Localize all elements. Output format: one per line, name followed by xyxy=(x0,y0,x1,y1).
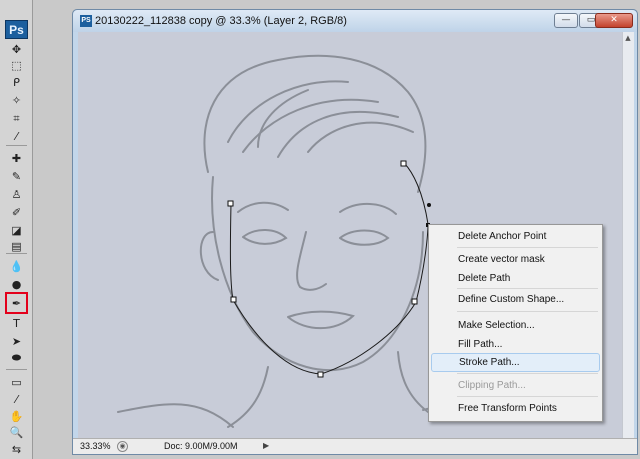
type-tool-icon[interactable]: T xyxy=(8,315,25,331)
menu-item-delete-path[interactable]: Delete Path xyxy=(431,269,600,288)
path-selection-icon[interactable]: ➤ xyxy=(8,333,25,349)
notes-tool-icon[interactable]: ▭ xyxy=(8,374,25,390)
menu-separator xyxy=(457,373,598,374)
mouth xyxy=(287,310,355,330)
menu-separator xyxy=(457,288,598,289)
hair-strand xyxy=(307,121,414,153)
blur-tool-icon[interactable]: 💧 xyxy=(8,258,25,274)
status-menu-arrow-icon[interactable]: ▶ xyxy=(263,441,269,450)
brow-left xyxy=(237,201,289,213)
brush-tool-icon[interactable]: ✎ xyxy=(8,168,25,184)
menu-item-stroke-path[interactable]: Stroke Path... xyxy=(431,353,600,372)
brow-right xyxy=(339,202,397,215)
vector-path xyxy=(229,162,429,375)
vertical-scrollbar[interactable]: ▲ xyxy=(622,32,634,440)
gradient-tool-icon[interactable]: ▤ xyxy=(8,238,25,254)
close-button[interactable]: ✕ xyxy=(595,13,633,28)
menu-item-free-transform-points[interactable]: Free Transform Points xyxy=(431,399,600,418)
menu-separator xyxy=(457,311,598,312)
menu-separator xyxy=(457,396,598,397)
tools-separator xyxy=(6,145,27,146)
neck xyxy=(227,366,269,428)
direction-handle xyxy=(427,203,431,207)
document-size-info: Doc: 9.00M/9.00M xyxy=(164,441,238,451)
status-info-icon[interactable]: ◉ xyxy=(117,441,128,452)
anchor-point xyxy=(400,160,407,167)
move-tool-icon[interactable]: ✥ xyxy=(8,41,25,57)
dodge-tool-icon[interactable]: ● xyxy=(8,276,25,292)
eye-right xyxy=(339,229,390,246)
eyedropper-tool-icon[interactable]: ⁄ xyxy=(8,128,25,144)
marquee-tool-icon[interactable]: ⬚ xyxy=(8,57,25,73)
eraser-tool-icon[interactable]: ◪ xyxy=(8,222,25,238)
crop-tool-icon[interactable]: ⌗ xyxy=(8,111,25,127)
healing-brush-icon[interactable]: ✚ xyxy=(8,150,25,166)
zoom-level[interactable]: 33.33% xyxy=(80,441,111,451)
document-icon: PS xyxy=(80,15,92,27)
anchor-point xyxy=(411,298,418,305)
zoom-tool-icon[interactable]: 🔍 xyxy=(8,424,25,440)
hair-outline xyxy=(203,54,427,193)
photoshop-logo: Ps xyxy=(5,20,28,39)
menu-item-make-selection[interactable]: Make Selection... xyxy=(431,316,600,335)
nose xyxy=(296,231,327,291)
menu-separator xyxy=(457,247,598,248)
face-outline xyxy=(211,176,424,371)
hand-tool-icon[interactable]: ✋ xyxy=(8,408,25,424)
collar xyxy=(117,403,234,428)
context-menu: Delete Anchor Point Create vector mask Del… xyxy=(428,224,603,422)
hair-strand xyxy=(257,89,309,148)
eye-left xyxy=(242,229,288,245)
menu-item-fill-path[interactable]: Fill Path... xyxy=(431,335,600,354)
neck xyxy=(397,351,429,413)
swap-colors-icon[interactable]: ⇆ xyxy=(8,441,25,457)
anchor-point xyxy=(227,200,234,207)
menu-item-define-custom-shape[interactable]: Define Custom Shape... xyxy=(431,290,600,309)
eyedropper-3d-icon[interactable]: ⁄ xyxy=(8,391,25,407)
pen-tool-icon[interactable]: ✒ xyxy=(5,292,28,314)
document-title: 20130222_112838 copy @ 33.3% (Layer 2, R… xyxy=(95,15,347,27)
clone-stamp-icon[interactable]: ♙ xyxy=(8,186,25,202)
lasso-tool-icon[interactable]: ᑭ xyxy=(8,74,25,90)
menu-item-clipping-path: Clipping Path... xyxy=(458,380,526,391)
hair-strand xyxy=(277,110,399,158)
shape-tool-icon[interactable]: ⬬ xyxy=(8,350,25,366)
tools-separator xyxy=(6,369,27,370)
tools-panel: Ps ✥ ⬚ ᑭ ✧ ⌗ ⁄ ✚ ✎ ♙ ✐ ◪ ▤ 💧 ● ✒ T ➤ ⬬ ▭ ⁄ ✋ 🔍 ⇆ xyxy=(0,0,33,459)
document-titlebar[interactable]: PS 20130222_112838 copy @ 33.3% (Layer 2… xyxy=(73,10,637,32)
menu-item-create-vector-mask[interactable]: Create vector mask xyxy=(431,250,600,269)
history-brush-icon[interactable]: ✐ xyxy=(8,204,25,220)
minimize-button[interactable]: — xyxy=(554,13,578,28)
anchor-point xyxy=(230,296,237,303)
anchor-point xyxy=(317,371,324,378)
scroll-up-icon[interactable]: ▲ xyxy=(622,32,634,44)
menu-item-delete-anchor-point[interactable]: Delete Anchor Point xyxy=(431,227,600,246)
magic-wand-icon[interactable]: ✧ xyxy=(8,92,25,108)
status-bar: 33.33% ◉ Doc: 9.00M/9.00M ▶ xyxy=(73,438,637,454)
